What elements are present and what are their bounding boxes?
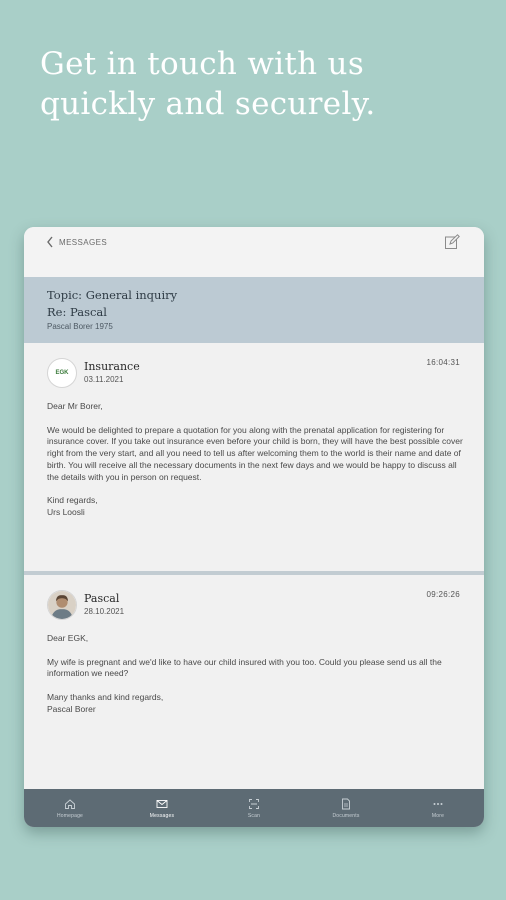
message-text: We would be delighted to prepare a quota…: [47, 424, 463, 482]
message-time: 09:26:26: [426, 590, 460, 599]
message-signature: Pascal Borer: [47, 703, 96, 714]
tab-label: Messages: [149, 812, 175, 819]
back-button[interactable]: MESSAGES: [46, 235, 107, 249]
person-avatar-icon: [48, 591, 76, 619]
message-closing: Many thanks and kind regards,: [47, 691, 164, 702]
message-sender: Insurance: [84, 360, 140, 373]
message-card[interactable]: Pascal 28.10.2021 09:26:26 Dear EGK, My …: [24, 575, 484, 789]
tab-label: Homepage: [56, 812, 84, 819]
tab-label: Documents: [332, 812, 360, 819]
bottom-tab-bar: Homepage Messages Scan Documents More: [24, 789, 484, 827]
headline-line-2: quickly and securely.: [40, 86, 376, 122]
message-card[interactable]: EGK Insurance 03.11.2021 16:04:31 Dear M…: [24, 343, 484, 571]
message-signature: Urs Loosli: [47, 507, 85, 518]
top-bar: MESSAGES: [24, 227, 484, 277]
headline: Get in touch with us quickly and securel…: [40, 44, 480, 124]
message-body: Dear EGK, My wife is pregnant and we'd l…: [47, 633, 463, 716]
tab-homepage[interactable]: Homepage: [24, 789, 116, 827]
egk-logo: EGK: [55, 370, 69, 376]
message-date: 03.11.2021: [84, 375, 124, 384]
home-icon: [65, 798, 75, 809]
tab-documents[interactable]: Documents: [300, 789, 392, 827]
back-label: MESSAGES: [59, 237, 108, 247]
tab-scan[interactable]: Scan: [208, 789, 300, 827]
chevron-left-icon: [47, 236, 53, 248]
app-screen: MESSAGES Topic: General inquiry Re: Pasc…: [24, 227, 484, 827]
headline-line-1: Get in touch with us: [40, 46, 365, 82]
message-date: 28.10.2021: [84, 607, 125, 616]
message-time: 16:04:31: [426, 358, 460, 367]
message-greeting: Dear EGK,: [47, 633, 89, 643]
message-body: Dear Mr Borer, We would be delighted to …: [47, 401, 463, 519]
message-sender: Pascal: [84, 592, 120, 605]
message-greeting: Dear Mr Borer,: [47, 401, 103, 411]
compose-icon[interactable]: [444, 234, 460, 250]
scan-icon: [249, 798, 259, 809]
topic-subtitle: Re: Pascal: [47, 305, 107, 319]
document-icon: [342, 798, 350, 809]
tab-messages[interactable]: Messages: [116, 789, 208, 827]
tab-more[interactable]: More: [392, 789, 484, 827]
mail-icon: [156, 799, 168, 808]
tab-label: Scan: [247, 812, 261, 819]
topic-title: Topic: General inquiry: [47, 288, 178, 302]
insurer-logo-avatar: EGK: [47, 358, 77, 388]
more-icon: [433, 802, 443, 805]
message-text: My wife is pregnant and we'd like to hav…: [47, 656, 442, 679]
tab-label: More: [431, 812, 445, 819]
avatar: [47, 590, 77, 620]
message-closing: Kind regards,: [47, 495, 98, 506]
topic-reference: Pascal Borer 1975: [47, 322, 113, 331]
topic-header: Topic: General inquiry Re: Pascal Pascal…: [24, 277, 484, 343]
